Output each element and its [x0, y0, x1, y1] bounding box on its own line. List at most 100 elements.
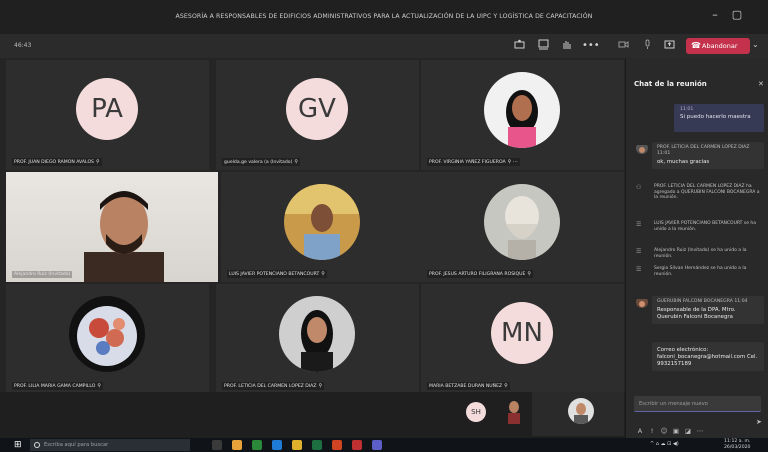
participant-tile[interactable]: PROF. JESUS ARTURO FILIGRANA ROSIQUE ⚲ [421, 172, 624, 282]
participant-name: PROF. LETICIA DEL CARMEN LOPEZ DIAZ ⚲ [222, 382, 325, 390]
participant-tile[interactable]: Alejandro Ruiz (Invitado) [6, 172, 218, 282]
chat-title: Chat de la reunión [634, 80, 707, 88]
participant-name: Alejandro Ruiz (Invitado) [12, 271, 73, 278]
leave-meeting-button[interactable]: ☎ Abandonar [686, 38, 750, 54]
avatar [636, 296, 648, 308]
avatar: MN [491, 302, 553, 364]
person-joined-icon: ☰ [636, 266, 642, 273]
muted-mic-icon: ⚲ [318, 383, 323, 389]
message-author: PROF. LETICIA DEL CARMEN LOPEZ DIAZ 11:0… [657, 145, 750, 156]
more-actions-button[interactable]: ••• [582, 39, 600, 53]
message-text: Correo electrónico: falconi_bocanegra@ho… [657, 347, 758, 367]
participant-name: LUIS JAVIER POTENCIANO BETANCOURT ⚲ [227, 270, 327, 278]
participants-icon[interactable] [512, 39, 526, 53]
windows-taskbar: ⊞ Escriba aquí para buscar ^ ⌂ ☁ ⊡ ◀) 11… [0, 438, 768, 452]
muted-mic-icon: ⚲ [97, 383, 102, 389]
attach-icon[interactable]: ! [646, 427, 658, 435]
camera-off-icon[interactable] [616, 39, 630, 53]
system-event: ☰ LUIS JAVIER POTENCIANO BETANCOURT se h… [636, 221, 757, 232]
avatar-photo [484, 72, 560, 148]
participant-tile[interactable]: PROF. VIRGINIA YAÑEZ FIGUEROA ⚲ ··· [421, 60, 624, 170]
muted-mic-icon: ⚲ [321, 271, 325, 277]
meeting-timer: 46:43 [14, 42, 32, 49]
search-icon [34, 442, 40, 448]
avatar: GV [286, 78, 348, 140]
muted-mic-icon: ⚲ [95, 159, 100, 165]
meeting-chat-panel: Chat de la reunión ✕ 11:01 Si puedo hace… [625, 58, 768, 438]
participant-tile[interactable]: MN MARIA BETZABE DURAN NUÑEZ ⚲ [421, 284, 624, 394]
chevron-down-icon[interactable]: ⌄ [752, 40, 759, 49]
participant-name: PROF. LILIA MARIA GAMA CAMPILLO ⚲ [12, 382, 104, 390]
video-feed [6, 172, 218, 282]
person-joined-icon: ☰ [636, 248, 642, 255]
leave-label: Abandonar [702, 42, 738, 50]
title-bar: ASESORÍA A RESPONSABLES DE EDIFICIOS ADM… [0, 0, 768, 34]
format-icon[interactable]: A [634, 427, 646, 435]
taskbar-search-input[interactable]: Escriba aquí para buscar [30, 439, 190, 451]
maximize-button[interactable]: ▢ [728, 8, 746, 21]
close-icon[interactable]: ✕ [758, 80, 764, 88]
video-stage: PA PROF. JUAN DIEGO RAMON AVALOS ⚲ GV gue… [0, 58, 625, 438]
share-screen-icon[interactable] [662, 39, 676, 53]
muted-mic-icon: ⚲ [527, 271, 532, 277]
powerpoint-icon[interactable] [332, 440, 342, 450]
emoji-icon[interactable]: ☺ [658, 427, 670, 435]
message-card: PROF. LETICIA DEL CARMEN LOPEZ DIAZ 11:0… [652, 142, 764, 169]
participant-name: MARIA BETZABE DURAN NUÑEZ ⚲ [427, 382, 510, 390]
participant-name: PROF. JESUS ARTURO FILIGRANA ROSIQUE ⚲ [427, 270, 534, 278]
participant-name: guelda.ge valera (a (Invitado) ⚲ [222, 158, 301, 166]
store-icon[interactable] [252, 440, 262, 450]
message-text: Responsable de la DPA. Mtro. Querubin Fa… [657, 307, 736, 320]
my-message: 11:01 Si puedo hacerlo maestra [674, 104, 764, 132]
avatar-photo [69, 296, 145, 372]
mini-avatar-photo[interactable] [503, 398, 525, 424]
acrobat-icon[interactable] [352, 440, 362, 450]
send-icon[interactable]: ➤ [756, 418, 762, 426]
minimize-button[interactable]: – [706, 8, 724, 21]
participant-tile[interactable]: PROF. LILIA MARIA GAMA CAMPILLO ⚲ [6, 284, 209, 394]
meeting-toolbar: 46:43 ••• ☎ Abandonar ⌄ [0, 34, 768, 58]
teams-meeting-window: ASESORÍA A RESPONSABLES DE EDIFICIOS ADM… [0, 0, 768, 452]
muted-mic-icon: ⚲ [504, 383, 508, 389]
microphone-icon[interactable] [640, 39, 654, 53]
message-author: GUERUBIN FALCONI BOCANEGRA 11:04 [657, 299, 748, 304]
participant-tile[interactable]: PA PROF. JUAN DIEGO RAMON AVALOS ⚲ [6, 60, 209, 170]
participant-tile[interactable]: GV guelda.ge valera (a (Invitado) ⚲ [216, 60, 419, 170]
participant-name: PROF. JUAN DIEGO RAMON AVALOS ⚲ [12, 158, 102, 166]
message-text: Si puedo hacerlo maestra [680, 114, 751, 120]
participant-tile[interactable]: LUIS JAVIER POTENCIANO BETANCOURT ⚲ [221, 172, 424, 282]
message-card: GUERUBIN FALCONI BOCANEGRA 11:04 Respons… [652, 296, 764, 324]
mini-avatar[interactable]: SH [466, 402, 486, 422]
task-view-icon[interactable] [212, 440, 222, 450]
chat-message-input[interactable]: Escribir un mensaje nuevo [634, 396, 761, 412]
excel-icon[interactable] [312, 440, 322, 450]
avatar-photo [279, 296, 355, 372]
participant-tile[interactable]: PROF. LETICIA DEL CARMEN LOPEZ DIAZ ⚲ [216, 284, 419, 394]
teams-icon[interactable] [372, 440, 382, 450]
taskbar-clock[interactable]: 11:12 a. m. 26/03/2020 [724, 439, 750, 451]
sticker-icon[interactable]: ◪ [682, 427, 694, 435]
message-time: 11:01 [680, 107, 694, 112]
muted-mic-icon: ⚲ ··· [507, 159, 518, 165]
avatar: PA [76, 78, 138, 140]
system-event: ⚇ PROF. LETICIA DEL CARMEN LOPEZ DIAZ ha… [636, 184, 760, 201]
avatar [636, 142, 648, 154]
chat-icon[interactable] [536, 39, 550, 53]
file-explorer-icon[interactable] [292, 440, 302, 450]
muted-mic-icon: ⚲ [294, 159, 299, 165]
self-view-avatar [568, 398, 594, 424]
raise-hand-icon[interactable] [559, 39, 573, 53]
window-title: ASESORÍA A RESPONSABLES DE EDIFICIOS ADM… [175, 13, 593, 20]
avatar-photo [484, 184, 560, 260]
system-tray[interactable]: ^ ⌂ ☁ ⊡ ◀) [650, 441, 679, 447]
system-event: ☰ Sergio Silvan Hernández se ha unido a … [636, 266, 747, 277]
person-add-icon: ⚇ [636, 184, 642, 191]
windows-start-icon[interactable]: ⊞ [14, 440, 24, 450]
chrome-icon[interactable] [232, 440, 242, 450]
gif-icon[interactable]: ▣ [670, 427, 682, 435]
participant-name: PROF. VIRGINIA YAÑEZ FIGUEROA ⚲ ··· [427, 158, 520, 166]
edge-icon[interactable] [272, 440, 282, 450]
avatar-photo [284, 184, 360, 260]
person-joined-icon: ☰ [636, 221, 642, 228]
apps-icon[interactable]: ⋯ [694, 427, 706, 435]
